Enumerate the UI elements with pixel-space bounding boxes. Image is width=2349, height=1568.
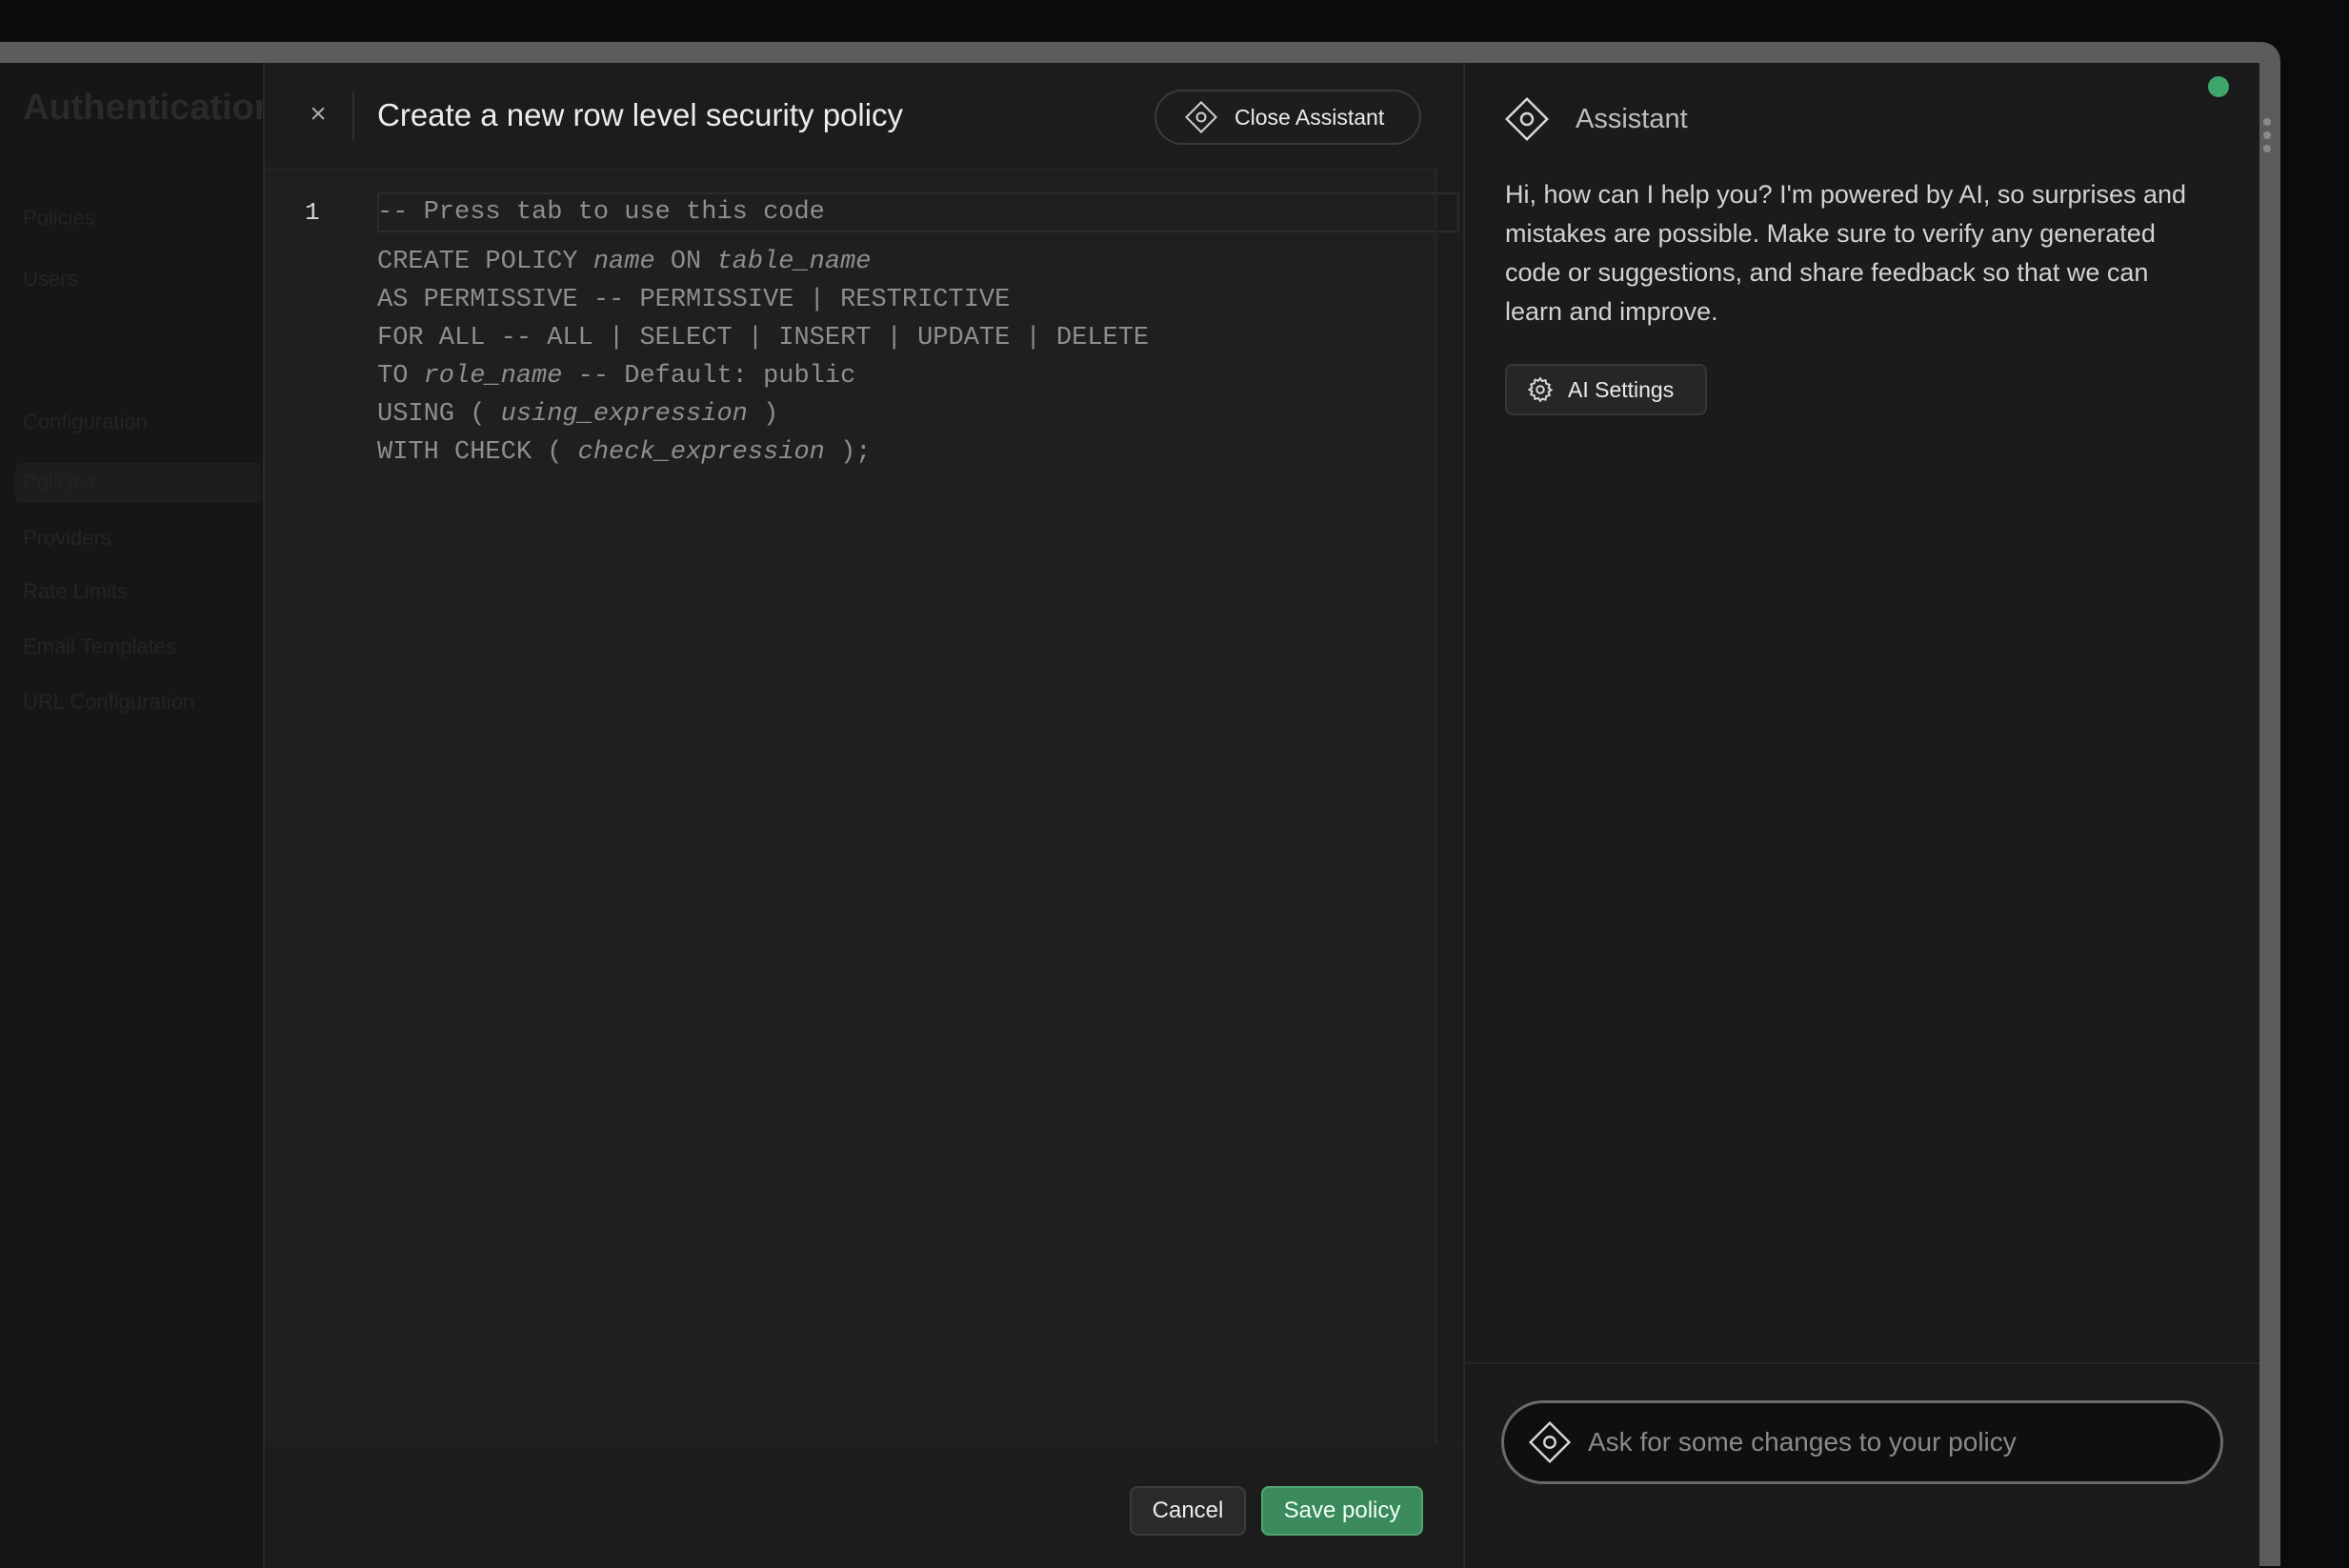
background-sidebar-item: Providers [23, 526, 111, 550]
editor-pane: × Create a new row level security policy… [265, 63, 1463, 1568]
code-line: USING ( using_expression ) [377, 400, 779, 429]
code-line: WITH CHECK ( check_expression ); [377, 438, 872, 467]
background-sidebar-item: Rate Limits [23, 579, 129, 603]
sheet-title: Create a new row level security policy [377, 97, 904, 132]
code-line: TO role_name -- Default: public [377, 362, 856, 391]
assistant-prompt-box[interactable] [1501, 1400, 2223, 1484]
background-sidebar-item: URL Configuration [23, 690, 195, 714]
background-sidebar: Authentication Policies Users Configurat… [0, 63, 276, 1568]
gear-icon [1527, 376, 1554, 403]
assistant-diamond-icon [1528, 1420, 1572, 1464]
frame-handle [2263, 118, 2273, 158]
assistant-prompt-input[interactable] [1586, 1426, 2220, 1458]
sheet-header: × Create a new row level security policy… [265, 63, 1463, 168]
policy-sheet: × Create a new row level security policy… [263, 63, 2259, 1568]
sql-code-editor[interactable]: 1 -- Press tab to use this code CREATE P… [265, 168, 1459, 1446]
header-divider [352, 91, 354, 141]
background-sidebar-item: Policies [23, 206, 95, 230]
code-line: AS PERMISSIVE -- PERMISSIVE | RESTRICTIV… [377, 286, 1011, 314]
app-screen: Authentication Policies Users Configurat… [0, 63, 2259, 1568]
background-sidebar-item: Email Templates [23, 634, 176, 658]
line-number: 1 [305, 198, 320, 227]
background-sidebar-item: Users [23, 267, 78, 291]
close-icon: × [310, 98, 327, 130]
background-sidebar-item: Configuration [23, 410, 148, 433]
assistant-diamond-icon [1505, 97, 1549, 141]
close-assistant-button[interactable]: Close Assistant [1154, 90, 1421, 145]
assistant-diamond-icon [1185, 101, 1217, 133]
code-placeholder: -- Press tab to use this code [377, 198, 825, 227]
assistant-message: Hi, how can I help you? I'm powered by A… [1505, 180, 2187, 326]
assistant-panel: Assistant Hi, how can I help you? I'm po… [1463, 63, 2259, 1568]
code-line: CREATE POLICY name ON table_name [377, 248, 872, 276]
close-assistant-label: Close Assistant [1235, 104, 1385, 130]
editor-scrollbar-track[interactable] [1435, 168, 1436, 1444]
assistant-title: Assistant [1576, 103, 1688, 134]
ai-settings-label: AI Settings [1568, 376, 1675, 402]
assistant-input-area [1465, 1362, 2259, 1568]
cancel-button[interactable]: Cancel [1130, 1486, 1246, 1536]
ai-settings-button[interactable]: AI Settings [1505, 364, 1707, 415]
close-sheet-button[interactable]: × [299, 95, 337, 133]
code-line: FOR ALL -- ALL | SELECT | INSERT | UPDAT… [377, 324, 1150, 352]
assistant-header: Assistant [1503, 95, 1688, 143]
background-sidebar-item-selected: Policies [15, 463, 261, 503]
save-policy-button[interactable]: Save policy [1261, 1486, 1423, 1536]
background-page-title: Authentication [23, 88, 276, 128]
sheet-footer: Cancel Save policy [265, 1444, 1463, 1568]
status-indicator [2208, 76, 2229, 97]
